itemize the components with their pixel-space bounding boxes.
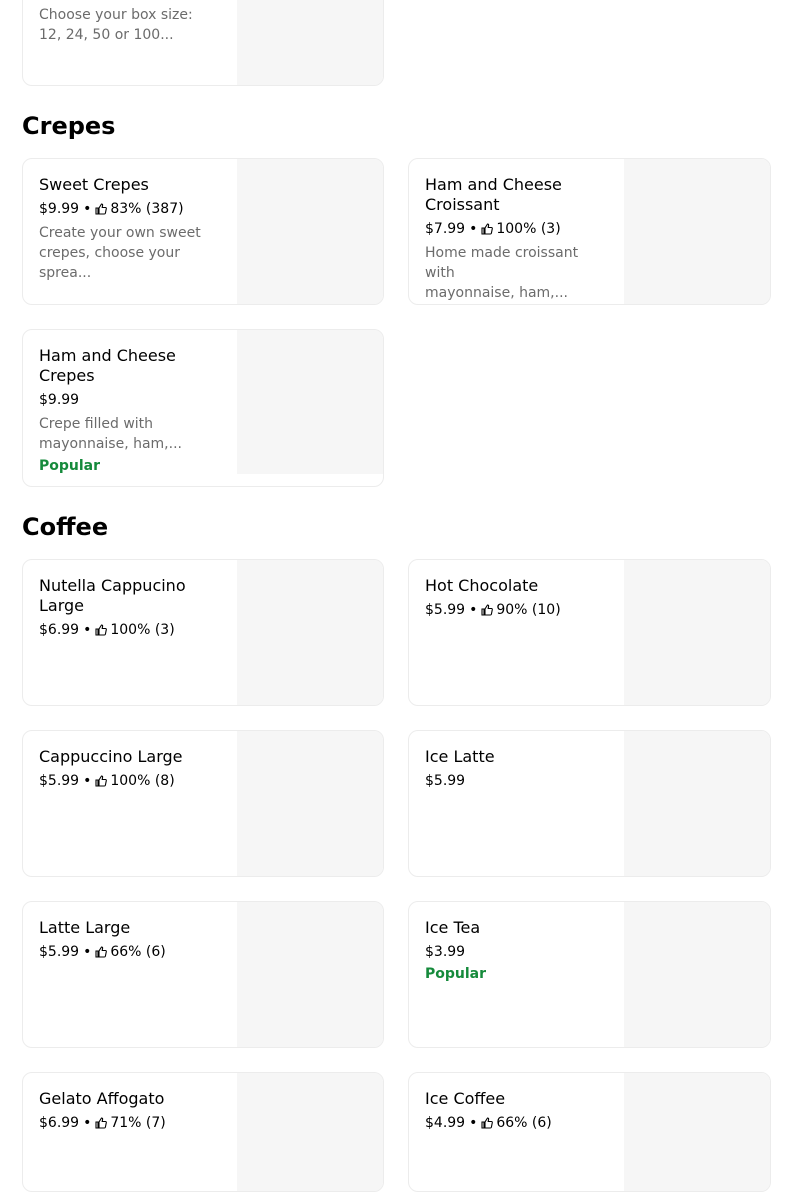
item-name-line2: Crepes bbox=[39, 366, 95, 385]
item-description-line2: crepes, choose your sprea... bbox=[39, 245, 180, 281]
item-rating: 100% (8) bbox=[110, 773, 175, 789]
item-price: $9.99 bbox=[39, 392, 80, 408]
separator-dot: • bbox=[83, 944, 92, 960]
thumbs-up-icon bbox=[95, 624, 108, 636]
section-title-coffee: Coffee bbox=[22, 513, 109, 541]
menu-item-card[interactable]: Cappuccino Large $5.99 • 100% (8) bbox=[22, 730, 384, 877]
menu-item-card[interactable]: Hot Chocolate $5.99 • 90% (10) bbox=[408, 559, 771, 706]
item-meta: $5.99 bbox=[425, 771, 610, 791]
item-rating: 100% (3) bbox=[110, 622, 175, 638]
item-name-line1: Ham and Cheese bbox=[425, 175, 562, 194]
item-description-line1: Create your own sweet bbox=[39, 225, 201, 241]
menu-item-card[interactable]: Sweet Crepes $9.99 • 83% (387) Create yo… bbox=[22, 158, 384, 305]
item-rating: 71% (7) bbox=[110, 1115, 166, 1131]
menu-item-card[interactable]: Ice Coffee $4.99 • 66% (6) bbox=[408, 1072, 771, 1192]
item-image-placeholder bbox=[237, 902, 383, 1047]
item-name-line2: Large bbox=[39, 596, 85, 615]
item-meta: $9.99 • 83% (387) bbox=[39, 199, 224, 219]
item-image-placeholder bbox=[624, 159, 770, 304]
item-description-line1: Choose your box size: bbox=[39, 7, 193, 23]
thumbs-up-icon bbox=[95, 1117, 108, 1129]
item-rating: 90% (10) bbox=[496, 602, 561, 618]
separator-dot: • bbox=[469, 1115, 478, 1131]
item-name-line2: Croissant bbox=[425, 195, 500, 214]
separator-dot: • bbox=[83, 1115, 92, 1131]
item-name: Ice Coffee bbox=[425, 1089, 506, 1108]
item-price: $5.99 bbox=[39, 773, 80, 789]
item-image-placeholder bbox=[237, 330, 383, 474]
item-image-placeholder bbox=[237, 560, 383, 705]
item-description-line2: mayonnaise, ham,... bbox=[425, 285, 568, 301]
separator-dot: • bbox=[83, 201, 92, 217]
item-name-line1: Nutella Cappucino bbox=[39, 576, 186, 595]
item-rating: 83% (387) bbox=[110, 201, 184, 217]
item-description-line1: Crepe filled with bbox=[39, 416, 154, 432]
item-meta: $4.99 • 66% (6) bbox=[425, 1113, 610, 1133]
menu-item-card[interactable]: Ice Latte $5.99 bbox=[408, 730, 771, 877]
item-price: $3.99 bbox=[425, 944, 466, 960]
separator-dot: • bbox=[469, 221, 478, 237]
popular-badge: Popular bbox=[39, 458, 101, 474]
item-meta: $6.99 • 71% (7) bbox=[39, 1113, 224, 1133]
thumbs-up-icon bbox=[481, 223, 494, 235]
thumbs-up-icon bbox=[95, 203, 108, 215]
menu-item-card[interactable]: Ham and Cheese Crepes $9.99 Crepe filled… bbox=[22, 329, 384, 487]
item-meta: $6.99 • 100% (3) bbox=[39, 620, 224, 640]
item-image-placeholder bbox=[237, 1073, 383, 1191]
item-price: $6.99 bbox=[39, 622, 80, 638]
item-meta: $5.99 • 66% (6) bbox=[39, 942, 224, 962]
item-image-placeholder bbox=[237, 159, 383, 304]
popular-badge: Popular bbox=[425, 966, 487, 982]
item-price: $6.99 bbox=[39, 1115, 80, 1131]
separator-dot: • bbox=[469, 602, 478, 618]
item-image-placeholder bbox=[237, 731, 383, 876]
menu-item-card[interactable]: Latte Large $5.99 • 66% (6) bbox=[22, 901, 384, 1048]
item-meta: $9.99 bbox=[39, 390, 224, 410]
item-price: $5.99 bbox=[425, 602, 466, 618]
item-name: Hot Chocolate bbox=[425, 576, 539, 595]
menu-item-card-box[interactable]: Choose your box size: 12, 24, 50 or 100.… bbox=[22, 0, 384, 86]
item-meta: $3.99 bbox=[425, 942, 610, 962]
item-name: Latte Large bbox=[39, 918, 131, 937]
thumbs-up-icon bbox=[95, 946, 108, 958]
separator-dot: • bbox=[83, 622, 92, 638]
item-name: Ice Tea bbox=[425, 918, 481, 937]
item-image-placeholder bbox=[624, 902, 770, 1047]
item-image-placeholder bbox=[624, 560, 770, 705]
thumbs-up-icon bbox=[481, 1117, 494, 1129]
item-description-line2: mayonnaise, ham,... bbox=[39, 436, 182, 452]
item-name: Sweet Crepes bbox=[39, 175, 149, 194]
item-name-line1: Ham and Cheese bbox=[39, 346, 176, 365]
thumbs-up-icon bbox=[481, 604, 494, 616]
item-name: Cappuccino Large bbox=[39, 747, 183, 766]
menu-item-card[interactable]: Ice Tea $3.99 Popular bbox=[408, 901, 771, 1048]
item-meta: $7.99 • 100% (3) bbox=[425, 219, 610, 239]
item-price: $7.99 bbox=[425, 221, 466, 237]
item-meta: $5.99 • 100% (8) bbox=[39, 771, 224, 791]
item-name: Ice Latte bbox=[425, 747, 495, 766]
item-price: $5.99 bbox=[39, 944, 80, 960]
section-title-crepes: Crepes bbox=[22, 112, 116, 140]
item-image-placeholder bbox=[624, 731, 770, 876]
item-rating: 100% (3) bbox=[496, 221, 561, 237]
menu-item-card[interactable]: Ham and Cheese Croissant $7.99 • 100% (3… bbox=[408, 158, 771, 305]
item-description-line1: Home made croissant with bbox=[425, 245, 579, 281]
item-price: $5.99 bbox=[425, 773, 466, 789]
item-name: Gelato Affogato bbox=[39, 1089, 165, 1108]
item-image-placeholder bbox=[237, 0, 383, 85]
item-rating: 66% (6) bbox=[110, 944, 166, 960]
thumbs-up-icon bbox=[95, 775, 108, 787]
menu-item-card[interactable]: Nutella Cappucino Large $6.99 • 100% (3) bbox=[22, 559, 384, 706]
item-price: $4.99 bbox=[425, 1115, 466, 1131]
item-description-line2: 12, 24, 50 or 100... bbox=[39, 27, 174, 43]
item-price: $9.99 bbox=[39, 201, 80, 217]
item-meta: $5.99 • 90% (10) bbox=[425, 600, 610, 620]
item-rating: 66% (6) bbox=[496, 1115, 552, 1131]
menu-item-card[interactable]: Gelato Affogato $6.99 • 71% (7) bbox=[22, 1072, 384, 1192]
separator-dot: • bbox=[83, 773, 92, 789]
item-image-placeholder bbox=[624, 1073, 770, 1191]
